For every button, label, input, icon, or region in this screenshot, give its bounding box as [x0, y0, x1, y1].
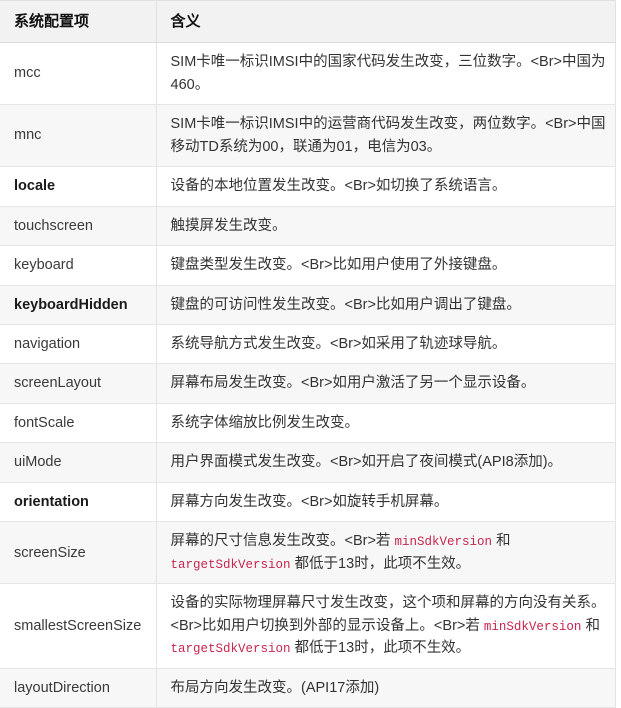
table-row: navigation 系统导航方式发生改变。<Br>如采用了轨迹球导航。	[0, 324, 616, 365]
description-text: 系统导航方式发生改变。<Br>如采用了轨迹球导航。	[170, 336, 507, 352]
description-text: SIM卡唯一标识IMSI中的运营商代码发生改变，两位数字。<Br>中国移动TD系…	[170, 116, 606, 155]
config-key-cell: touchscreen	[0, 206, 157, 247]
config-meaning-cell: SIM卡唯一标识IMSI中的国家代码发生改变，三位数字。<Br>中国为460。	[156, 42, 616, 106]
system-config-table: 系统配置项 含义 mcc SIM卡唯一标识IMSI中的国家代码发生改变，三位数字。…	[0, 0, 616, 708]
table-row: locale 设备的本地位置发生改变。<Br>如切换了系统语言。	[0, 166, 616, 207]
config-meaning-cell: 屏幕方向发生改变。<Br>如旋转手机屏幕。	[156, 482, 616, 523]
table-row: orientation 屏幕方向发生改变。<Br>如旋转手机屏幕。	[0, 482, 616, 523]
description-text: 触摸屏发生改变。	[170, 217, 287, 234]
config-meaning-cell: 触摸屏发生改变。	[156, 206, 616, 247]
config-key-cell: navigation	[0, 324, 157, 365]
config-meaning-cell: 用户界面模式发生改变。<Br>如开启了夜间模式(API8添加)。	[156, 442, 616, 483]
table-row: screenLayout 屏幕布局发生改变。<Br>如用户激活了另一个显示设备。	[0, 363, 616, 404]
column-header-config-key: 系统配置项	[0, 0, 157, 44]
config-meaning-cell: 屏幕布局发生改变。<Br>如用户激活了另一个显示设备。	[156, 363, 616, 404]
config-meaning-cell: 屏幕的尺寸信息发生改变。<Br>若 minSdkVersion 和 target…	[156, 521, 616, 585]
config-key-cell: smallestScreenSize	[0, 583, 157, 669]
inline-code: minSdkVersion	[483, 619, 582, 634]
config-meaning-cell: 布局方向发生改变。(API17添加)	[156, 668, 616, 708]
config-meaning-cell: 设备的实际物理屏幕尺寸发生改变，这个项和屏幕的方向没有关系。<Br>比如用户切换…	[156, 583, 616, 669]
config-meaning-cell: SIM卡唯一标识IMSI中的运营商代码发生改变，两位数字。<Br>中国移动TD系…	[156, 104, 616, 168]
inline-code: targetSdkVersion	[170, 557, 291, 572]
description-text: 屏幕的尺寸信息发生改变。<Br>若	[170, 533, 395, 550]
table-row: keyboardHidden 键盘的可访问性发生改变。<Br>比如用户调出了键盘。	[0, 285, 616, 326]
config-key-cell: mcc	[0, 42, 157, 106]
table-header: 系统配置项 含义	[0, 0, 616, 44]
table-row: fontScale 系统字体缩放比例发生改变。	[0, 403, 616, 444]
table-row: smallestScreenSize 设备的实际物理屏幕尺寸发生改变，这个项和屏幕…	[0, 583, 616, 669]
table-row: keyboard 键盘类型发生改变。<Br>比如用户使用了外接键盘。	[0, 245, 616, 286]
description-text: 都低于13时，此项不生效。	[290, 640, 471, 657]
description-text: 屏幕布局发生改变。<Br>如用户激活了另一个显示设备。	[170, 375, 536, 392]
config-meaning-cell: 系统字体缩放比例发生改变。	[156, 403, 616, 444]
column-header-meaning: 含义	[156, 0, 616, 44]
config-key-cell: uiMode	[0, 442, 157, 483]
description-text: 用户界面模式发生改变。<Br>如开启了夜间模式(API8添加)。	[170, 454, 563, 471]
config-meaning-cell: 系统导航方式发生改变。<Br>如采用了轨迹球导航。	[156, 324, 616, 365]
config-meaning-cell: 设备的本地位置发生改变。<Br>如切换了系统语言。	[156, 166, 616, 207]
description-text: 和	[492, 533, 511, 550]
description-text: 屏幕方向发生改变。<Br>如旋转手机屏幕。	[170, 493, 449, 510]
description-text: 设备的本地位置发生改变。<Br>如切换了系统语言。	[170, 178, 507, 195]
description-text: 键盘类型发生改变。<Br>比如用户使用了外接键盘。	[170, 257, 507, 274]
inline-code: minSdkVersion	[394, 535, 492, 550]
config-table-container: 系统配置项 含义 mcc SIM卡唯一标识IMSI中的国家代码发生改变，三位数字。…	[0, 0, 621, 708]
config-meaning-cell: 键盘类型发生改变。<Br>比如用户使用了外接键盘。	[156, 245, 616, 286]
description-text: 和	[581, 617, 600, 634]
config-key-cell: locale	[0, 166, 157, 207]
table-row: mnc SIM卡唯一标识IMSI中的运营商代码发生改变，两位数字。<Br>中国移动…	[0, 104, 616, 168]
config-key-cell: mnc	[0, 104, 157, 168]
config-key-cell: screenSize	[0, 521, 157, 585]
config-key-cell: orientation	[0, 482, 157, 523]
table-row: screenSize 屏幕的尺寸信息发生改变。<Br>若 minSdkVersio…	[0, 521, 616, 585]
table-row: uiMode 用户界面模式发生改变。<Br>如开启了夜间模式(API8添加)。	[0, 442, 616, 483]
config-key-cell: keyboardHidden	[0, 285, 157, 326]
config-key-cell: screenLayout	[0, 363, 157, 404]
description-text: SIM卡唯一标识IMSI中的国家代码发生改变，三位数字。<Br>中国为460。	[170, 54, 606, 93]
table-row: layoutDirection 布局方向发生改变。(API17添加)	[0, 668, 616, 708]
description-text: 都低于13时，此项不生效。	[290, 555, 471, 572]
inline-code: targetSdkVersion	[170, 642, 291, 657]
table-header-row: 系统配置项 含义	[0, 0, 616, 44]
config-key-cell: keyboard	[0, 245, 157, 286]
table-row: touchscreen 触摸屏发生改变。	[0, 206, 616, 247]
description-text: 键盘的可访问性发生改变。<Br>比如用户调出了键盘。	[170, 296, 521, 313]
table-row: mcc SIM卡唯一标识IMSI中的国家代码发生改变，三位数字。<Br>中国为46…	[0, 42, 616, 106]
config-key-cell: fontScale	[0, 403, 157, 444]
table-body: mcc SIM卡唯一标识IMSI中的国家代码发生改变，三位数字。<Br>中国为46…	[0, 42, 616, 708]
description-text: 布局方向发生改变。(API17添加)	[170, 679, 380, 696]
description-text: 系统字体缩放比例发生改变。	[170, 414, 360, 431]
config-meaning-cell: 键盘的可访问性发生改变。<Br>比如用户调出了键盘。	[156, 285, 616, 326]
config-key-cell: layoutDirection	[0, 668, 157, 708]
